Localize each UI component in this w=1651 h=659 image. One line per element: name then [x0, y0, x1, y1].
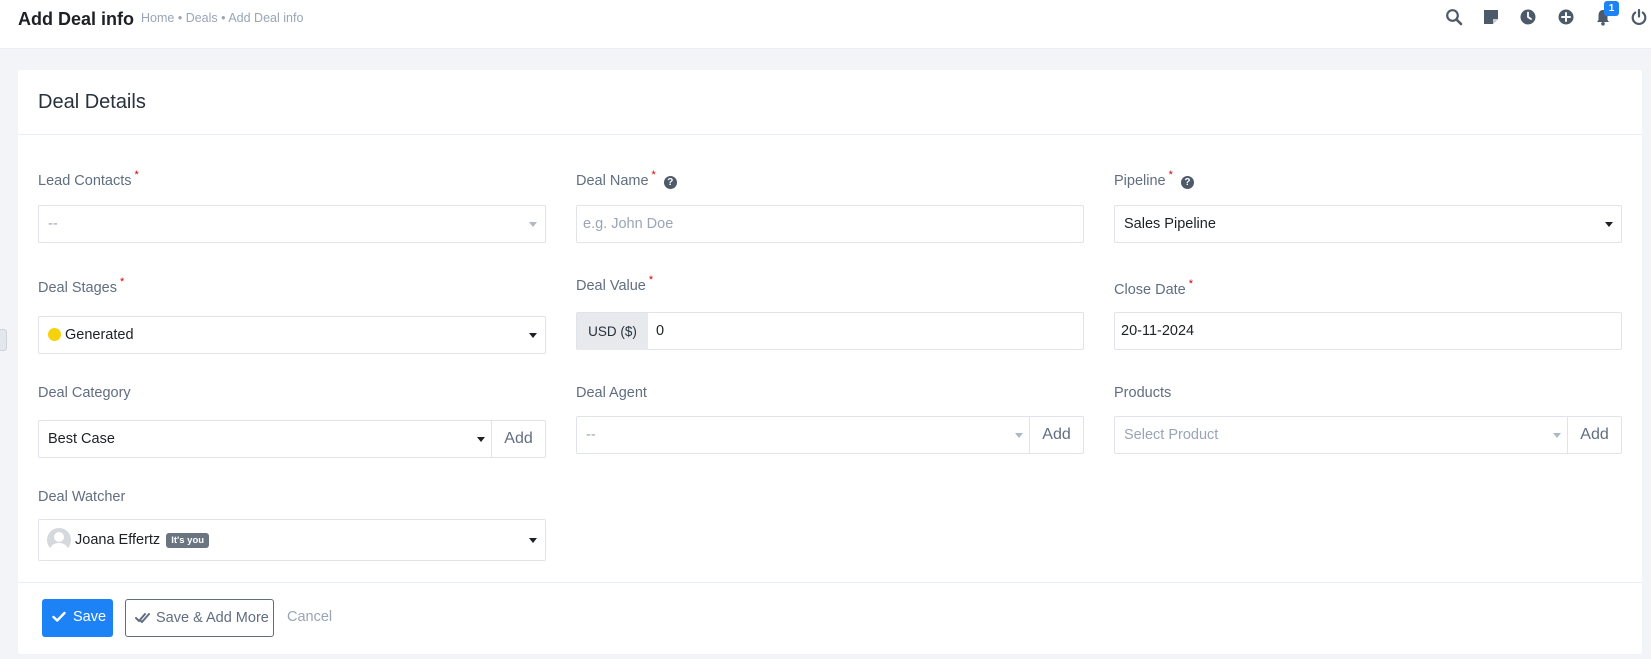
deal-details-card: Deal Details Lead Contacts * -- Deal Name…	[18, 70, 1642, 654]
chevron-down-icon	[477, 437, 485, 442]
pipeline-label: Pipeline *?	[1114, 169, 1194, 189]
search-icon[interactable]	[1443, 6, 1465, 28]
breadcrumb-home[interactable]: Home	[141, 11, 174, 25]
lead-contacts-select[interactable]: --	[38, 205, 546, 243]
products-select[interactable]: Select Product Add	[1114, 416, 1622, 454]
required-mark: *	[120, 276, 125, 288]
cancel-button[interactable]: Cancel	[287, 609, 332, 625]
double-check-icon	[135, 613, 150, 623]
plus-circle-icon[interactable]	[1555, 6, 1577, 28]
save-button[interactable]: Save	[42, 599, 113, 637]
deal-stages-label: Deal Stages *	[38, 276, 125, 296]
currency-prefix: USD ($)	[577, 313, 648, 350]
required-mark: *	[1168, 169, 1173, 181]
lead-contacts-label: Lead Contacts *	[38, 169, 139, 189]
top-bar: Add Deal info Home • Deals • Add Deal in…	[0, 0, 1651, 49]
add-product-button[interactable]: Add	[1567, 417, 1621, 453]
divider	[18, 134, 1642, 135]
deal-name-placeholder: e.g. John Doe	[583, 216, 674, 232]
lead-contacts-value: --	[48, 216, 58, 232]
side-collapse-handle[interactable]	[0, 329, 7, 351]
deal-agent-value: --	[586, 427, 596, 443]
breadcrumb-separator: •	[177, 11, 183, 25]
stage-color-dot	[48, 328, 61, 341]
breadcrumb-deals[interactable]: Deals	[186, 11, 218, 25]
required-mark: *	[1188, 278, 1194, 290]
card-title: Deal Details	[38, 91, 146, 113]
deal-category-label: Deal Category	[38, 385, 131, 401]
page-title: Add Deal info	[18, 9, 134, 29]
chevron-down-icon	[1605, 222, 1613, 227]
required-mark: *	[134, 169, 139, 181]
deal-value-label: Deal Value *	[576, 274, 654, 294]
add-agent-button[interactable]: Add	[1029, 417, 1083, 453]
required-mark: *	[648, 274, 654, 286]
chevron-down-icon	[529, 222, 537, 227]
breadcrumb-separator: •	[221, 11, 226, 25]
close-date-input[interactable]: 20-11-2024	[1114, 312, 1622, 350]
pipeline-value: Sales Pipeline	[1124, 216, 1216, 232]
deal-category-value: Best Case	[48, 431, 115, 447]
deal-category-select[interactable]: Best Case Add	[38, 420, 546, 458]
power-icon[interactable]	[1628, 6, 1650, 28]
chevron-down-icon	[529, 333, 537, 338]
deal-watcher-select[interactable]: Joana Effertz It's you	[38, 519, 546, 561]
check-icon	[52, 611, 66, 622]
chevron-down-icon	[1553, 433, 1561, 438]
clock-icon[interactable]	[1517, 6, 1539, 28]
deal-agent-select[interactable]: -- Add	[576, 416, 1084, 454]
sticky-note-icon[interactable]	[1480, 6, 1502, 28]
products-label: Products	[1114, 385, 1172, 401]
deal-stages-value: Generated	[65, 327, 134, 343]
deal-name-label: Deal Name *?	[576, 169, 677, 189]
breadcrumb: Home • Deals • Add Deal info	[141, 11, 303, 25]
deal-value-input[interactable]: USD ($) 0	[576, 312, 1084, 350]
notification-badge: 1	[1604, 1, 1619, 16]
close-date-value: 20-11-2024	[1121, 323, 1195, 339]
deal-value-value: 0	[656, 323, 665, 339]
divider	[18, 582, 1642, 583]
deal-watcher-value: Joana Effertz	[75, 531, 161, 548]
help-icon[interactable]: ?	[663, 176, 677, 189]
close-date-label: Close Date *	[1114, 278, 1194, 298]
save-and-add-more-button[interactable]: Save & Add More	[125, 599, 274, 637]
products-placeholder: Select Product	[1124, 427, 1219, 443]
chevron-down-icon	[1015, 433, 1023, 438]
its-you-badge: It's you	[166, 532, 210, 548]
add-category-button[interactable]: Add	[491, 421, 545, 457]
avatar	[47, 528, 71, 552]
deal-name-input[interactable]: e.g. John Doe	[576, 205, 1084, 243]
deal-stages-select[interactable]: Generated	[38, 316, 546, 354]
deal-watcher-label: Deal Watcher	[38, 489, 126, 505]
help-icon[interactable]: ?	[1180, 176, 1194, 189]
chevron-down-icon	[529, 538, 537, 543]
required-mark: *	[651, 169, 656, 181]
deal-agent-label: Deal Agent	[576, 385, 647, 401]
bell-icon[interactable]: 1	[1592, 1, 1619, 28]
breadcrumb-current: Add Deal info	[228, 11, 304, 25]
pipeline-select[interactable]: Sales Pipeline	[1114, 205, 1622, 243]
